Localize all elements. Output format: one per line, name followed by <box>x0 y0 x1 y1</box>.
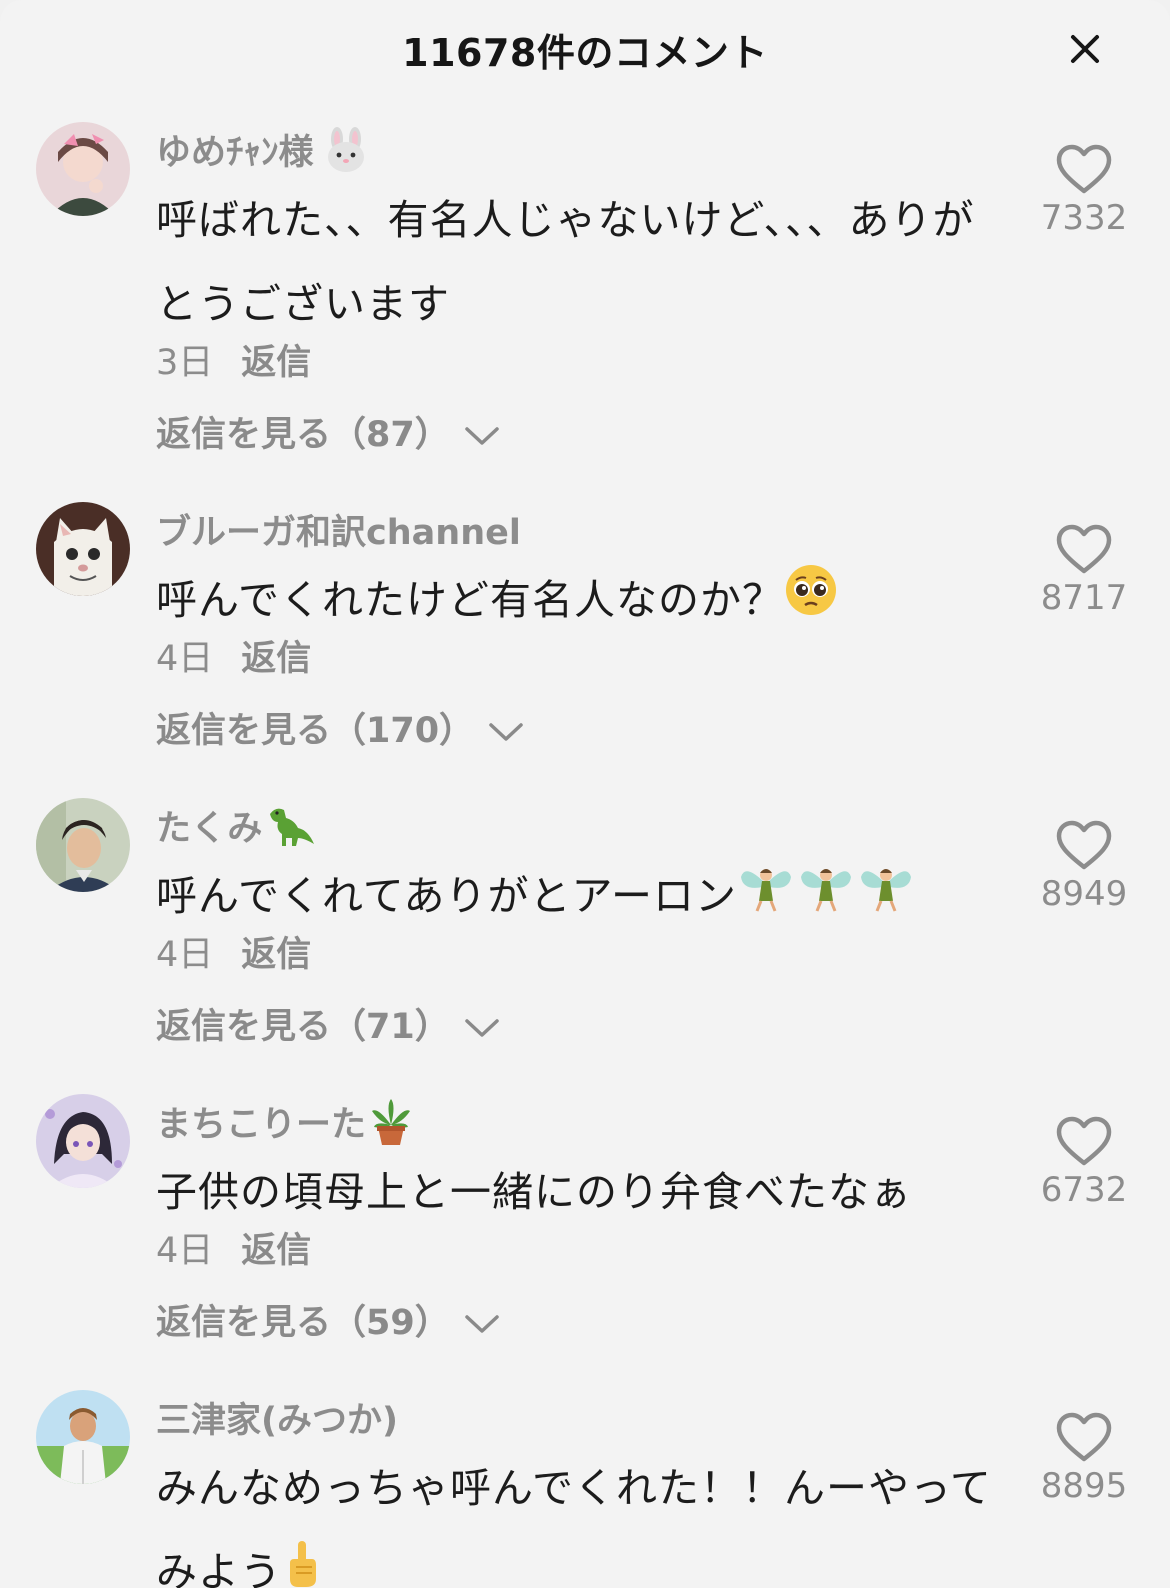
like-group: 7332 <box>1036 144 1132 238</box>
heart-icon[interactable] <box>1056 144 1112 196</box>
view-replies-button[interactable]: 返信を見る（87） <box>156 406 500 457</box>
heart-icon[interactable] <box>1056 524 1112 576</box>
comment-text: みんなめっちゃ呼んでくれた！！んーやってみよう <box>156 1446 1006 1588</box>
avatar[interactable] <box>36 1390 130 1484</box>
comment-time: 4日 <box>156 1231 214 1271</box>
like-group: 6732 <box>1036 1116 1132 1210</box>
like-count: 7332 <box>1040 198 1128 238</box>
comment-username[interactable]: まちこりーた <box>156 1096 414 1156</box>
potted-plant-icon <box>368 1097 414 1156</box>
chevron-down-icon <box>464 416 500 456</box>
like-group: 8717 <box>1036 524 1132 618</box>
like-count: 8895 <box>1040 1466 1128 1506</box>
chevron-down-icon <box>488 712 524 752</box>
dinosaur-icon <box>264 804 316 857</box>
comment-time: 4日 <box>156 935 214 975</box>
like-count: 8949 <box>1040 874 1128 914</box>
view-replies-button[interactable]: 返信を見る（59） <box>156 1294 500 1345</box>
comment-time: 3日 <box>156 343 214 383</box>
avatar[interactable] <box>36 798 130 892</box>
comment-username[interactable]: ゆめﾁｬﾝ様 <box>156 124 368 182</box>
comment-username[interactable]: 三津家(みつか) <box>156 1392 398 1443</box>
reply-button[interactable]: 返信 <box>241 1231 311 1271</box>
close-icon[interactable] <box>1064 28 1106 70</box>
comments-sheet: 11678件のコメント ゆめﾁｬﾝ様 呼ばれた、、有名人じゃないけど、、、ありが… <box>0 0 1170 1588</box>
like-group: 8949 <box>1036 820 1132 914</box>
avatar[interactable] <box>36 122 130 216</box>
comment-username[interactable]: たくみ <box>156 800 316 857</box>
heart-icon[interactable] <box>1056 1412 1112 1464</box>
comment-time: 4日 <box>156 639 214 679</box>
pleading-face-icon <box>784 561 838 645</box>
like-count: 8717 <box>1040 578 1128 618</box>
comment-meta: 3日 返信 <box>156 334 311 385</box>
reply-button[interactable]: 返信 <box>241 639 311 679</box>
comments-count-title: 11678件のコメント <box>402 31 768 75</box>
chevron-down-icon <box>464 1304 500 1344</box>
fairy-icon <box>737 857 915 941</box>
chevron-down-icon <box>464 1008 500 1048</box>
heart-icon[interactable] <box>1056 820 1112 872</box>
avatar[interactable] <box>36 502 130 596</box>
comment-text: 呼ばれた、、有名人じゃないけど、、、ありがとうございます <box>156 196 975 328</box>
like-group: 8895 <box>1036 1412 1132 1506</box>
reply-button[interactable]: 返信 <box>241 343 311 383</box>
heart-icon[interactable] <box>1056 1116 1112 1168</box>
comment-meta: 4日 返信 <box>156 1222 311 1273</box>
comment-meta: 4日 返信 <box>156 630 311 681</box>
pointing-up-icon <box>282 1533 322 1588</box>
view-replies-button[interactable]: 返信を見る（170） <box>156 702 524 753</box>
reply-button[interactable]: 返信 <box>241 935 311 975</box>
comment-username[interactable]: ブルーガ和訳channel <box>156 504 521 555</box>
avatar[interactable] <box>36 1094 130 1188</box>
rabbit-face-icon <box>324 126 368 182</box>
comment-meta: 4日 返信 <box>156 926 311 977</box>
like-count: 6732 <box>1040 1170 1128 1210</box>
view-replies-button[interactable]: 返信を見る（71） <box>156 998 500 1049</box>
